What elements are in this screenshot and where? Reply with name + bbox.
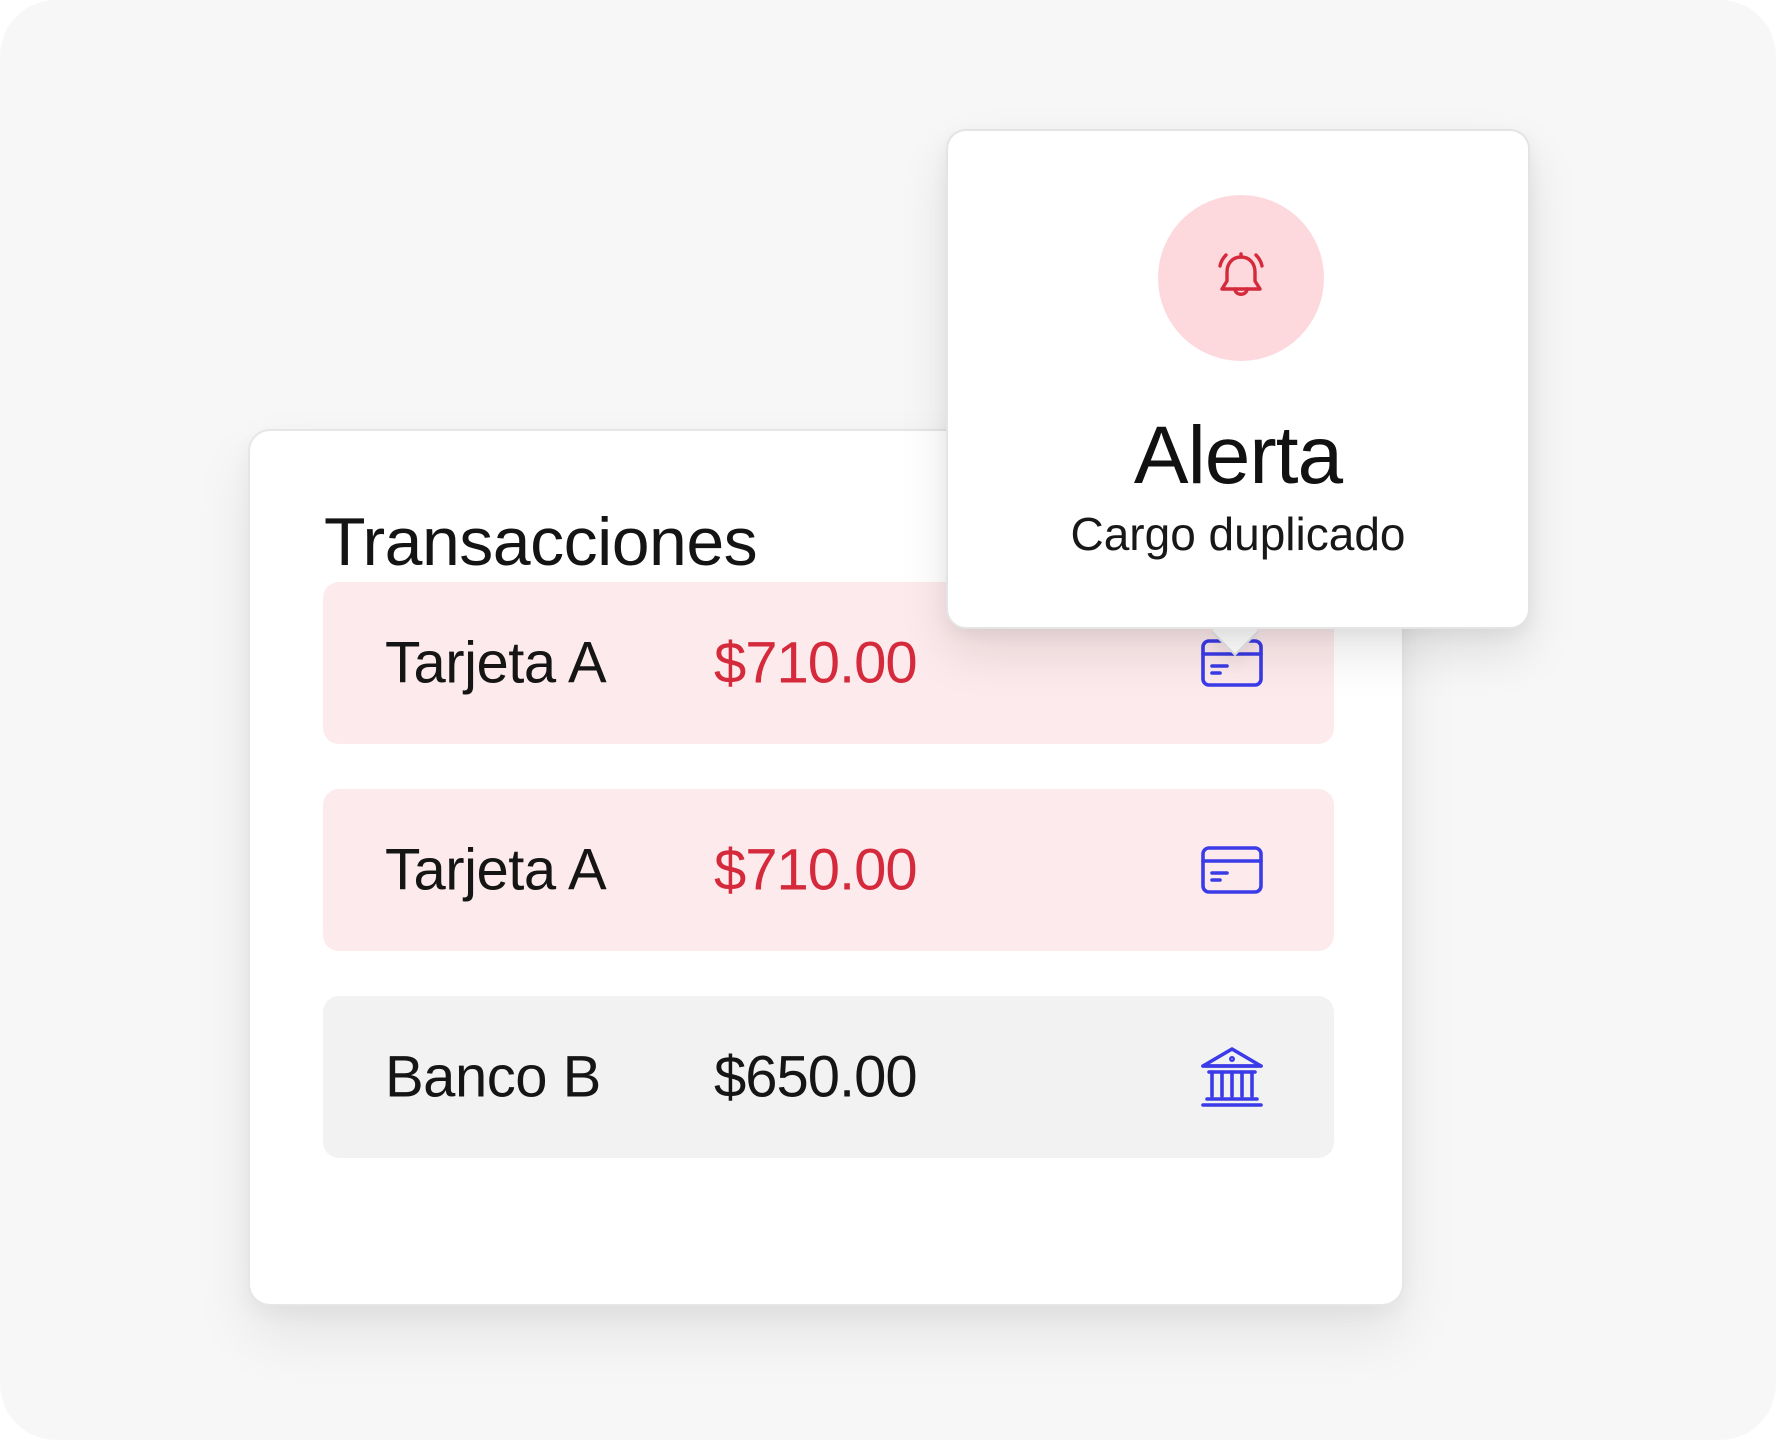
transaction-amount: $710.00 (714, 837, 918, 903)
transaction-amount: $710.00 (714, 630, 918, 696)
background-canvas: Transacciones Tarjeta A $710.00 Tarjeta … (0, 0, 1776, 1440)
alert-popover[interactable]: Alerta Cargo duplicado (946, 129, 1530, 629)
transaction-name: Tarjeta A (385, 630, 607, 696)
alert-message: Cargo duplicado (1070, 508, 1406, 560)
transactions-title: Transacciones (324, 504, 758, 580)
transaction-name: Banco B (385, 1044, 601, 1110)
alert-title: Alerta (1133, 410, 1343, 501)
transaction-row-duplicate[interactable]: Tarjeta A $710.00 (323, 789, 1334, 951)
bell-icon (1218, 252, 1264, 296)
transaction-name: Tarjeta A (385, 837, 607, 903)
transaction-amount: $650.00 (714, 1044, 918, 1110)
transaction-row[interactable]: Banco B $650.00 (323, 996, 1334, 1158)
alert-icon-badge (1158, 195, 1324, 361)
bank-icon (1199, 1044, 1265, 1110)
credit-card-icon (1199, 837, 1265, 903)
